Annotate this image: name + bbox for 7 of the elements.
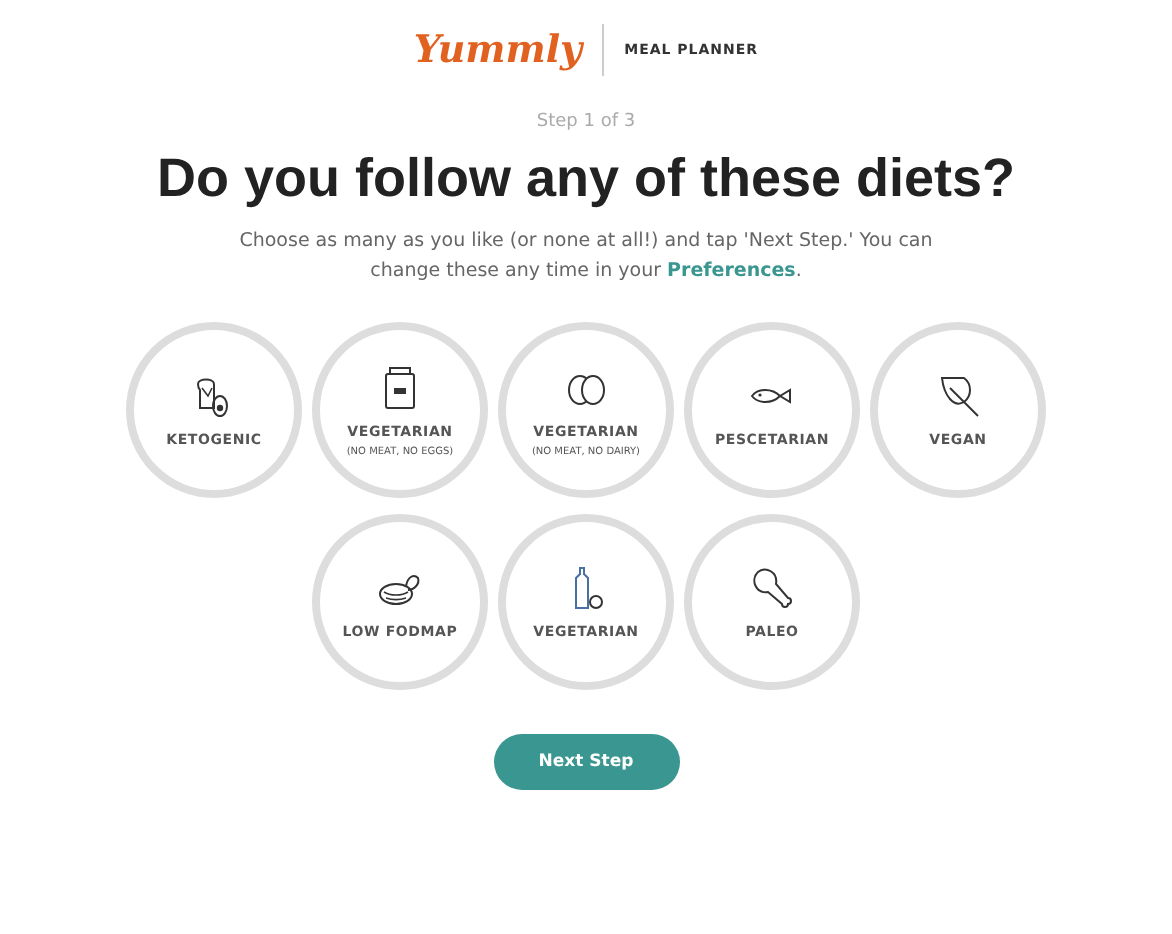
drumstick-icon <box>748 564 796 612</box>
intro-text: Choose as many as you like (or none at all!) and tap 'Next Step.' You can change these any time in your Preferences. <box>237 228 935 286</box>
preferences-link[interactable]: Preferences <box>667 260 796 282</box>
logo: Yummly <box>413 28 583 72</box>
page-title: Do you follow any of these diets? <box>156 148 1016 210</box>
next-step-button[interactable]: Next Step <box>493 734 679 790</box>
step-indicator: Step 1 of 3 <box>536 112 636 132</box>
